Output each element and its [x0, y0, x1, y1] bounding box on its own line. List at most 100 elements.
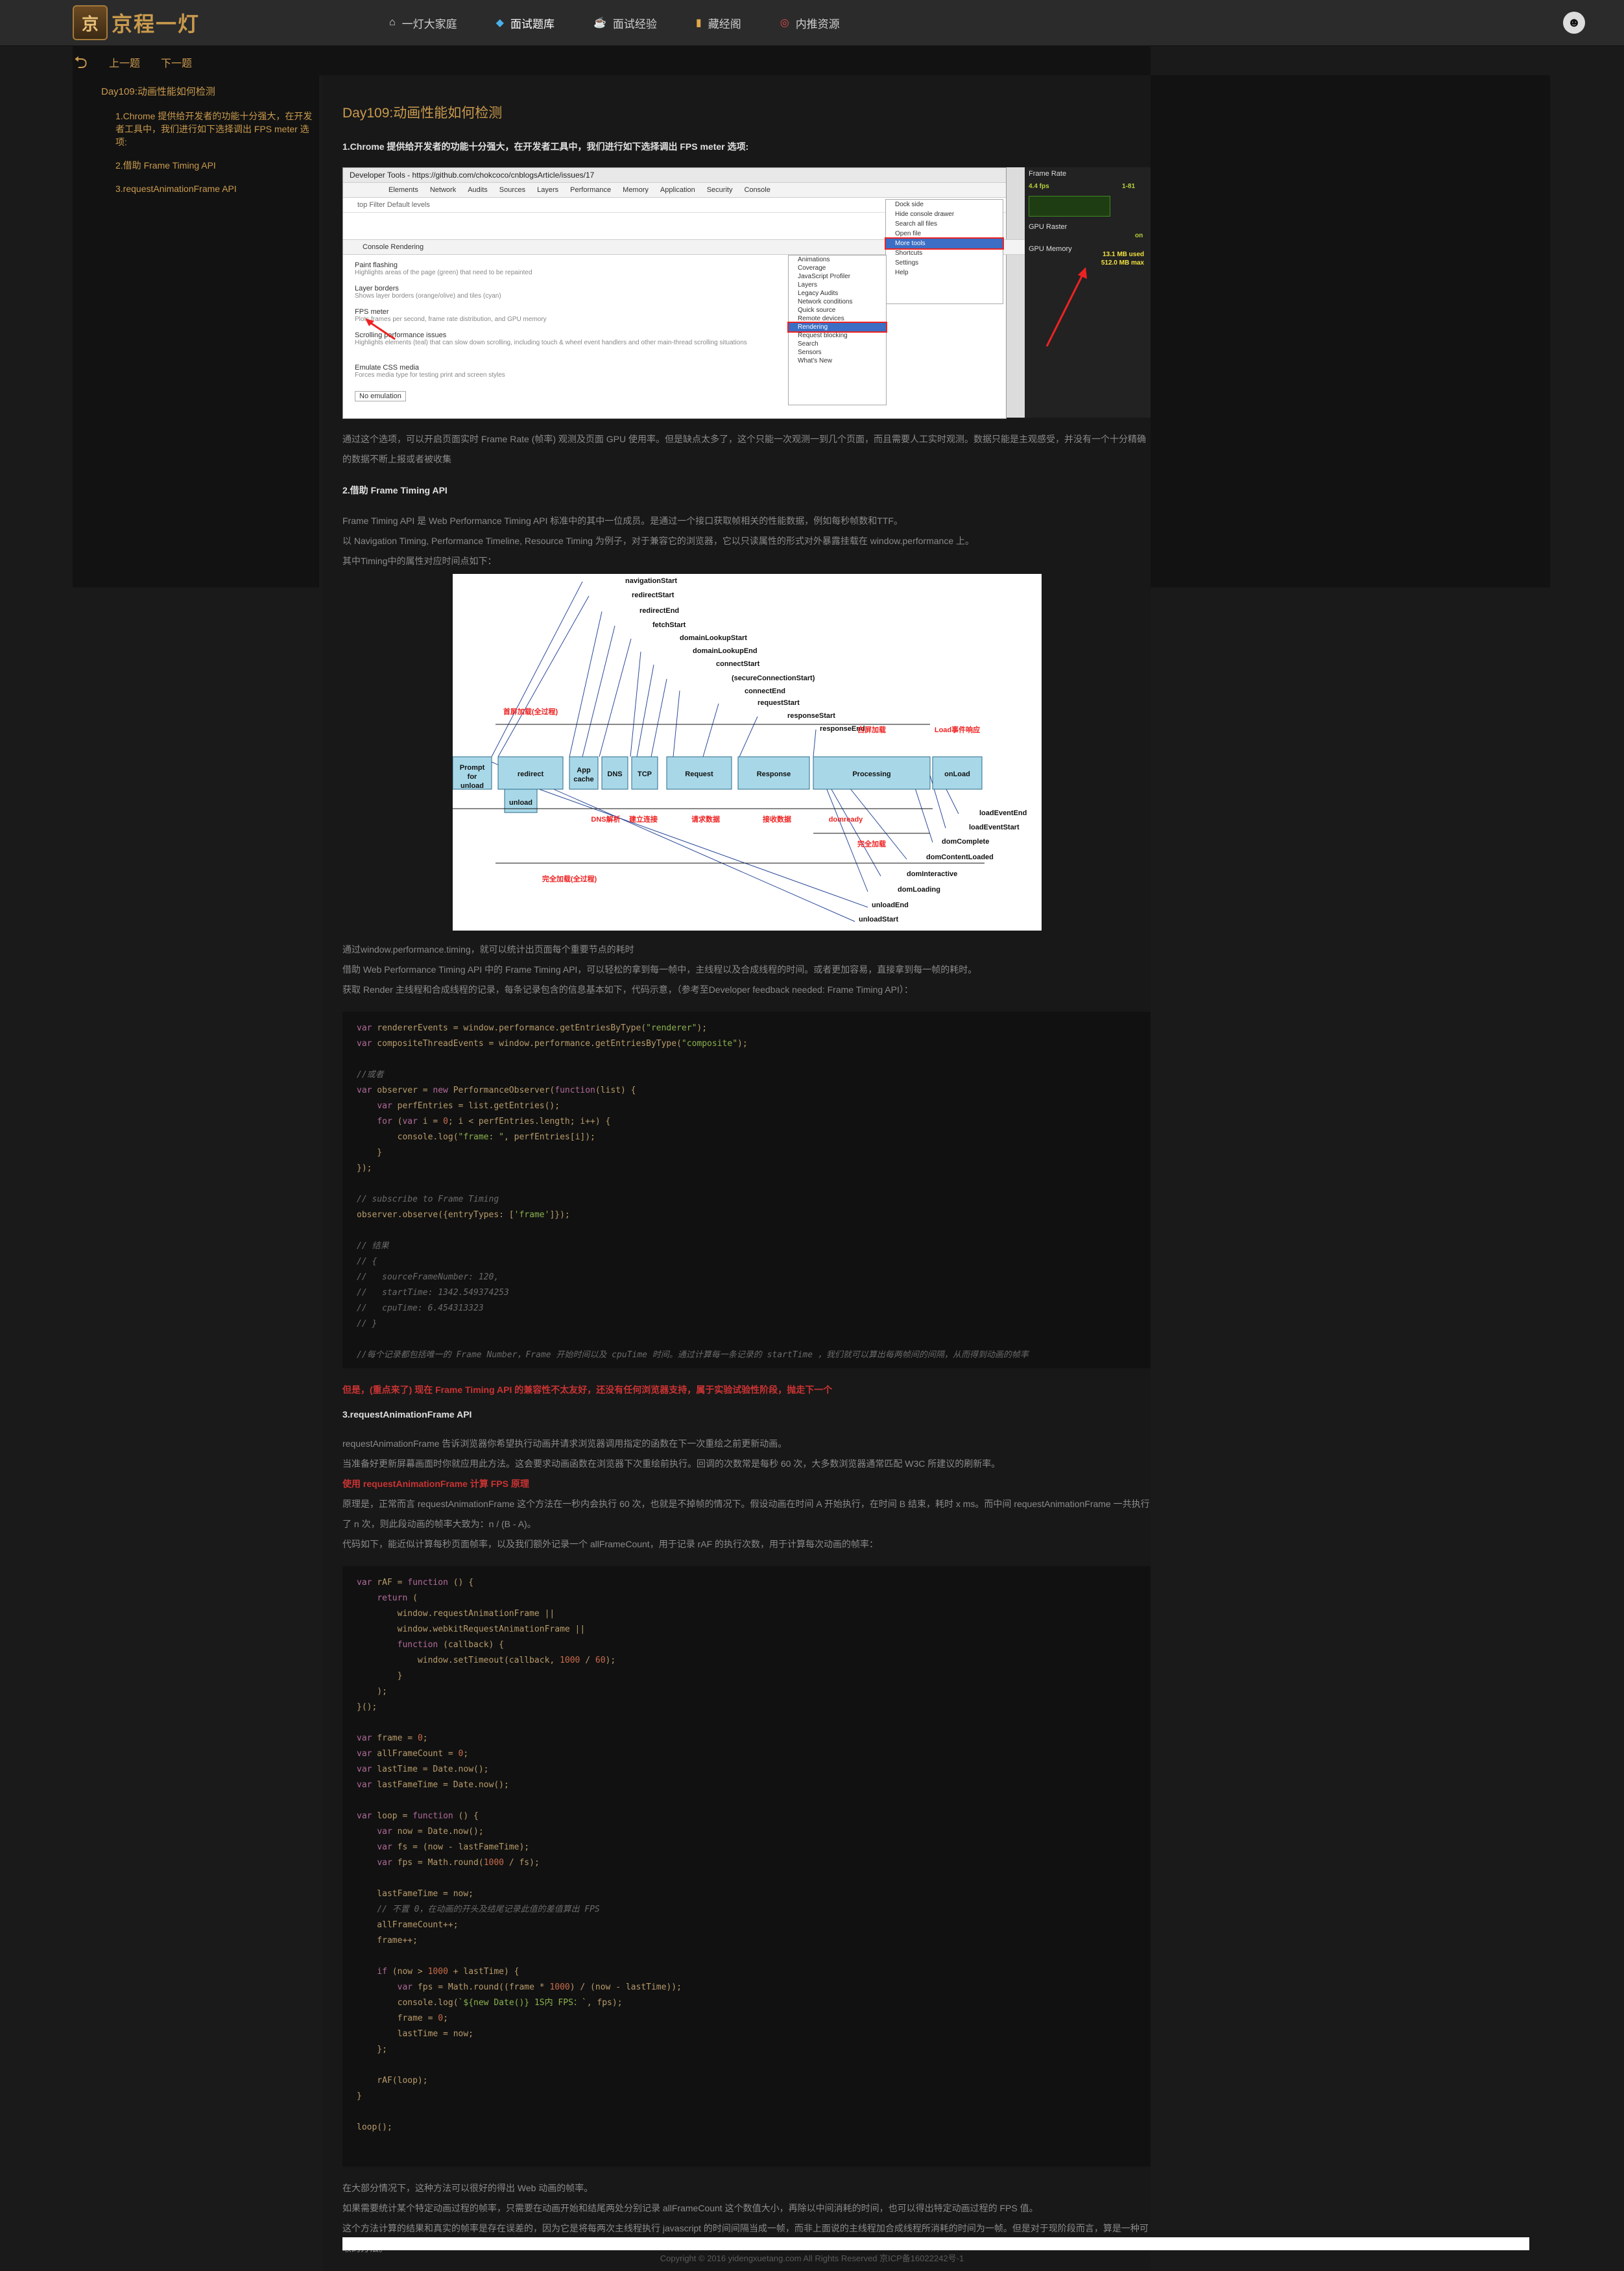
paragraph: Frame Timing API 是 Web Performance Timin…	[342, 516, 903, 526]
cup-icon: ☕	[593, 18, 606, 29]
svg-text:Processing: Processing	[852, 770, 890, 778]
svg-text:Request: Request	[685, 770, 713, 778]
nav-label: 面试题库	[510, 18, 555, 30]
performance-timing-diagram: navigationStart redirectStart redirectEn…	[452, 574, 1042, 931]
home-icon: ⌂	[389, 17, 396, 28]
svg-text:接收数据: 接收数据	[763, 814, 791, 824]
nav-item-referral[interactable]: ◎ 内推资源	[780, 15, 840, 31]
prev-question-link[interactable]: 上一题	[109, 54, 140, 70]
nav-item-library[interactable]: ▮ 藏经阁	[696, 15, 741, 31]
submenu-item: Remote devices	[798, 315, 844, 322]
timing-label: connectStart	[716, 660, 760, 668]
svg-text:unload: unload	[460, 782, 484, 790]
toc-title[interactable]: Day109:动画性能如何检测	[101, 84, 315, 98]
paragraph: 借助 Web Performance Timing API 中的 Frame T…	[342, 964, 977, 975]
paragraph: 通过window.performance.timing，就可以统计出页面每个重要…	[342, 944, 634, 955]
paragraph: 当准备好更新屏幕画面时你就应用此方法。这会要求动画函数在浏览器下次重绘前执行。回…	[342, 1458, 1001, 1469]
paragraph: 通过这个选项，可以开启页面实时 Frame Rate (帧率) 观测及页面 GP…	[342, 434, 1147, 464]
menu-item: Hide console drawer	[895, 211, 955, 218]
warning-note: 但是，(重点来了) 现在 Frame Timing API 的兼容性不太友好，还…	[342, 1385, 833, 1395]
target-icon: ◎	[780, 18, 789, 29]
devtools-option: Emulate CSS media Forces media type for t…	[355, 364, 505, 379]
menu-item: Shortcuts	[895, 250, 923, 257]
option-name: Emulate CSS media	[355, 364, 420, 372]
menu-item: Settings	[895, 259, 919, 267]
mem-used: 13.1 MB used	[1103, 251, 1144, 258]
menu-item: Open file	[895, 230, 922, 237]
nav-label: 面试经验	[612, 18, 657, 30]
option-desc: Forces media type for testing print and …	[355, 372, 505, 379]
option-name: Paint flashing	[355, 261, 398, 269]
option-desc: Highlights areas of the page (green) tha…	[355, 269, 532, 276]
menu-item: Dock side	[895, 201, 924, 208]
timing-label: unloadEnd	[872, 901, 909, 909]
nav-label: 内推资源	[795, 18, 840, 30]
submenu-item: Layers	[798, 281, 818, 289]
devtools-submenu: Animations Coverage JavaScript Profiler …	[787, 255, 887, 405]
submenu-item: What's New	[798, 357, 833, 364]
paragraph: 以 Navigation Timing, Performance Timelin…	[342, 536, 974, 546]
devtools-tab: Elements	[388, 186, 418, 194]
toc-item[interactable]: 2.借助 Frame Timing API	[115, 159, 315, 172]
devtools-tab: Audits	[468, 186, 488, 194]
devtools-tabs: Elements Network Audits Sources Layers Perfor…	[343, 183, 1006, 198]
article-title: Day109:动画性能如何检测	[342, 106, 503, 121]
option-desc: Shows layer borders (orange/olive) and t…	[355, 292, 501, 300]
devtools-window: Developer Tools - https://github.com/cho…	[342, 167, 1025, 419]
paragraph: 其中Timing中的属性对应时间点如下：	[342, 556, 497, 566]
nav-item-family[interactable]: ⌂ 一灯大家庭	[389, 15, 457, 31]
paragraph: 在大部分情况下，这种方法可以很好的得出 Web 动画的帧率。	[342, 2183, 593, 2193]
svg-text:Prompt: Prompt	[460, 764, 485, 772]
fps-label: Frame Rate	[1029, 170, 1067, 178]
timing-label: responseStart	[787, 712, 835, 720]
svg-text:白屏加载: 白屏加载	[857, 725, 886, 734]
devtools-tab: Network	[429, 186, 457, 194]
svg-text:完全加载(全过程): 完全加载(全过程)	[542, 874, 597, 883]
timing-label: domLoading	[898, 886, 940, 894]
table-of-contents: Day109:动画性能如何检测 1.Chrome 提供给开发者的功能十分强大，在…	[101, 84, 315, 206]
devtools-tab: Console	[744, 186, 770, 194]
gpu-raster-value: on	[1135, 232, 1143, 239]
timing-label: domComplete	[942, 838, 989, 846]
site-logo[interactable]: 京 京程一灯	[73, 5, 200, 40]
svg-text:onLoad: onLoad	[944, 770, 970, 778]
devtools-option: Scrolling performance issues Highlights e…	[355, 331, 747, 346]
option-name: Layer borders	[355, 285, 399, 292]
submenu-item: Legacy Audits	[798, 290, 839, 297]
timing-label: domainLookupEnd	[693, 647, 758, 655]
timing-label: loadEventStart	[969, 824, 1020, 831]
red-arrow-icon	[1045, 267, 1087, 347]
svg-text:Load事件响应: Load事件响应	[935, 725, 980, 734]
fps-meter-panel: Frame Rate 4.4 fps 1-81 GPU Raster on GP…	[1025, 167, 1151, 418]
menu-item: Help	[895, 269, 909, 276]
timing-label: connectEnd	[745, 687, 785, 695]
timing-label: (secureConnectionStart)	[732, 674, 815, 682]
right-panel	[1151, 75, 1550, 588]
nav-label: 一灯大家庭	[401, 18, 457, 30]
logo-text: 京程一灯	[112, 12, 200, 36]
user-avatar-icon[interactable]: ☻	[1563, 12, 1585, 34]
section-heading-2: 2.借助 Frame Timing API	[342, 485, 448, 495]
nav-label: 藏经阁	[708, 18, 741, 30]
devtools-tab: Application	[660, 186, 695, 194]
svg-text:建立连接: 建立连接	[629, 814, 658, 824]
nav-item-experience[interactable]: ☕ 面试经验	[593, 15, 657, 31]
gpu-memory-label: GPU Memory	[1029, 245, 1072, 253]
nav-item-question-bank[interactable]: ◆ 面试题库	[496, 15, 555, 31]
svg-text:首屏加载(全过程): 首屏加载(全过程)	[503, 707, 558, 716]
devtools-option: Layer borders Shows layer borders (orange…	[355, 285, 501, 300]
diamond-icon: ◆	[496, 18, 504, 29]
fps-range: 1-81	[1122, 183, 1136, 190]
next-question-link[interactable]: 下一题	[161, 54, 192, 70]
timing-label: domContentLoaded	[926, 853, 994, 861]
submenu-item: Coverage	[798, 265, 826, 272]
gpu-memory-values: 13.1 MB used 512.0 MB max	[1101, 250, 1144, 267]
toc-item[interactable]: 1.Chrome 提供给开发者的功能十分强大，在开发者工具中，我们进行如下选择调…	[115, 110, 315, 149]
mem-max: 512.0 MB max	[1101, 259, 1144, 267]
menu-item: Search all files	[895, 220, 938, 228]
copyright-text: Copyright © 2016 yidengxuetang.com All R…	[660, 2253, 964, 2263]
timing-label: unloadStart	[859, 916, 898, 923]
toc-item[interactable]: 3.requestAnimationFrame API	[115, 182, 315, 195]
devtools-tab: Performance	[570, 186, 612, 194]
timing-label: fetchStart	[652, 621, 686, 629]
